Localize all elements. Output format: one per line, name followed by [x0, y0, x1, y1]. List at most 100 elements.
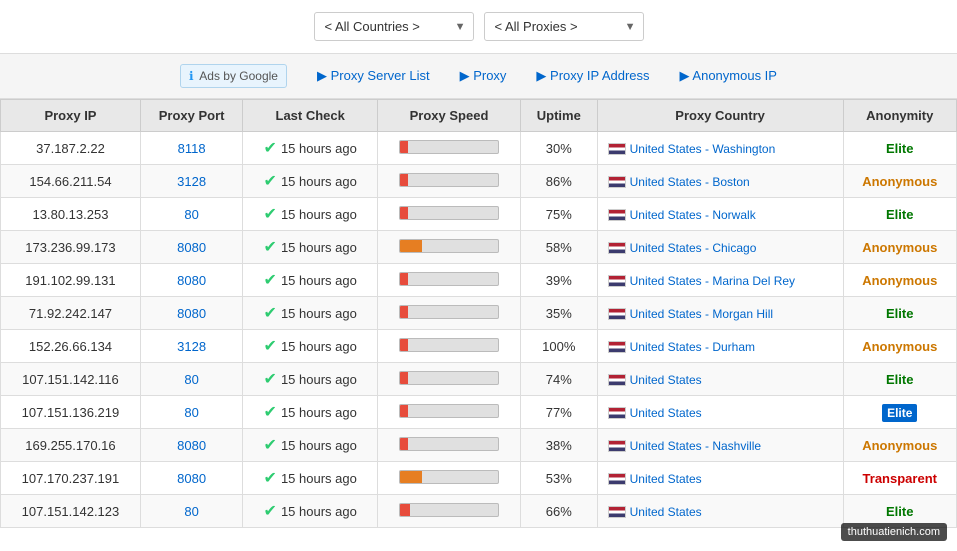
nav-link-anonymous-ip[interactable]: Anonymous IP — [680, 68, 777, 84]
last-check-text: 15 hours ago — [281, 438, 357, 453]
cell-uptime: 77% — [520, 396, 597, 429]
port-link[interactable]: 80 — [184, 504, 198, 519]
country-link[interactable]: United States - Marina Del Rey — [630, 274, 795, 288]
country-link[interactable]: United States — [630, 505, 702, 519]
port-link[interactable]: 8080 — [177, 306, 206, 321]
last-check-text: 15 hours ago — [281, 174, 357, 189]
cell-country[interactable]: United States — [597, 396, 843, 429]
country-link[interactable]: United States - Nashville — [630, 439, 761, 453]
check-icon: ✔ — [264, 270, 277, 290]
table-row: 107.170.237.1918080✔15 hours ago53%Unite… — [1, 462, 957, 495]
cell-port[interactable]: 8118 — [140, 132, 242, 165]
country-link[interactable]: United States - Boston — [630, 175, 750, 189]
port-link[interactable]: 8080 — [177, 240, 206, 255]
cell-country[interactable]: United States — [597, 363, 843, 396]
cell-port[interactable]: 8080 — [140, 462, 242, 495]
cell-ip: 169.255.170.16 — [1, 429, 141, 462]
proxy-dropdown-wrap[interactable]: < All Proxies > Elite Anonymous Transpar… — [484, 12, 644, 41]
cell-country[interactable]: United States - Morgan Hill — [597, 297, 843, 330]
cell-anonymity: Anonymous — [843, 330, 956, 363]
country-link[interactable]: United States - Morgan Hill — [630, 307, 773, 321]
cell-port[interactable]: 8080 — [140, 231, 242, 264]
speed-bar-container — [399, 239, 499, 253]
country-link[interactable]: United States - Chicago — [630, 241, 757, 255]
country-link[interactable]: United States — [630, 373, 702, 387]
last-check-text: 15 hours ago — [281, 207, 357, 222]
cell-port[interactable]: 80 — [140, 495, 242, 528]
nav-link-proxy-ip-address[interactable]: Proxy IP Address — [536, 68, 649, 84]
port-link[interactable]: 80 — [184, 372, 198, 387]
cell-last-check: ✔15 hours ago — [243, 429, 378, 462]
last-check-text: 15 hours ago — [281, 471, 357, 486]
country-dropdown-wrap[interactable]: < All Countries > United States Canada G… — [314, 12, 474, 41]
proxy-dropdown[interactable]: < All Proxies > Elite Anonymous Transpar… — [484, 12, 644, 41]
cell-country[interactable]: United States - Washington — [597, 132, 843, 165]
header-last-check: Last Check — [243, 100, 378, 132]
country-link[interactable]: United States - Durham — [630, 340, 755, 354]
cell-anonymity: Anonymous — [843, 264, 956, 297]
country-link[interactable]: United States — [630, 406, 702, 420]
cell-country[interactable]: United States - Norwalk — [597, 198, 843, 231]
check-icon: ✔ — [264, 468, 277, 488]
cell-port[interactable]: 8080 — [140, 429, 242, 462]
table-row: 107.151.142.11680✔15 hours ago74%United … — [1, 363, 957, 396]
flag-icon — [608, 143, 626, 155]
anonymity-text: Anonymous — [862, 273, 937, 288]
cell-country[interactable]: United States — [597, 495, 843, 528]
speed-bar-fill — [400, 273, 408, 285]
cell-country[interactable]: United States - Durham — [597, 330, 843, 363]
country-link[interactable]: United States - Washington — [630, 142, 776, 156]
country-dropdown[interactable]: < All Countries > United States Canada G… — [314, 12, 474, 41]
header-proxy-ip: Proxy IP — [1, 100, 141, 132]
cell-country[interactable]: United States - Nashville — [597, 429, 843, 462]
cell-speed — [378, 462, 521, 495]
table-row: 152.26.66.1343128✔15 hours ago100%United… — [1, 330, 957, 363]
port-link[interactable]: 80 — [184, 405, 198, 420]
speed-bar-container — [399, 272, 499, 286]
port-link[interactable]: 8080 — [177, 273, 206, 288]
cell-country[interactable]: United States - Marina Del Rey — [597, 264, 843, 297]
anonymity-text: Elite — [886, 504, 913, 519]
speed-bar-container — [399, 371, 499, 385]
anonymity-badge: Elite — [882, 404, 917, 422]
port-link[interactable]: 8118 — [178, 141, 206, 156]
cell-ip: 107.170.237.191 — [1, 462, 141, 495]
cell-country[interactable]: United States - Boston — [597, 165, 843, 198]
cell-uptime: 66% — [520, 495, 597, 528]
cell-ip: 13.80.13.253 — [1, 198, 141, 231]
cell-anonymity: Elite — [843, 297, 956, 330]
flag-icon — [608, 473, 626, 485]
country-link[interactable]: United States - Norwalk — [630, 208, 756, 222]
cell-uptime: 74% — [520, 363, 597, 396]
cell-last-check: ✔15 hours ago — [243, 396, 378, 429]
port-link[interactable]: 3128 — [177, 339, 206, 354]
header-uptime: Uptime — [520, 100, 597, 132]
port-link[interactable]: 8080 — [177, 471, 206, 486]
country-link[interactable]: United States — [630, 472, 702, 486]
flag-icon — [608, 176, 626, 188]
cell-uptime: 38% — [520, 429, 597, 462]
cell-port[interactable]: 8080 — [140, 264, 242, 297]
cell-uptime: 30% — [520, 132, 597, 165]
cell-country[interactable]: United States — [597, 462, 843, 495]
cell-ip: 107.151.142.123 — [1, 495, 141, 528]
cell-port[interactable]: 8080 — [140, 297, 242, 330]
cell-port[interactable]: 3128 — [140, 165, 242, 198]
info-icon: ℹ — [189, 69, 194, 83]
cell-speed — [378, 165, 521, 198]
anonymity-text: Anonymous — [862, 339, 937, 354]
cell-country[interactable]: United States - Chicago — [597, 231, 843, 264]
cell-uptime: 39% — [520, 264, 597, 297]
table-row: 107.151.142.12380✔15 hours ago66%United … — [1, 495, 957, 528]
cell-speed — [378, 330, 521, 363]
port-link[interactable]: 3128 — [177, 174, 206, 189]
port-link[interactable]: 8080 — [177, 438, 206, 453]
cell-speed — [378, 429, 521, 462]
nav-link-proxy-server-list[interactable]: Proxy Server List — [317, 68, 430, 84]
cell-port[interactable]: 80 — [140, 363, 242, 396]
nav-link-proxy[interactable]: Proxy — [460, 68, 507, 84]
cell-port[interactable]: 80 — [140, 396, 242, 429]
cell-port[interactable]: 3128 — [140, 330, 242, 363]
port-link[interactable]: 80 — [184, 207, 198, 222]
cell-port[interactable]: 80 — [140, 198, 242, 231]
